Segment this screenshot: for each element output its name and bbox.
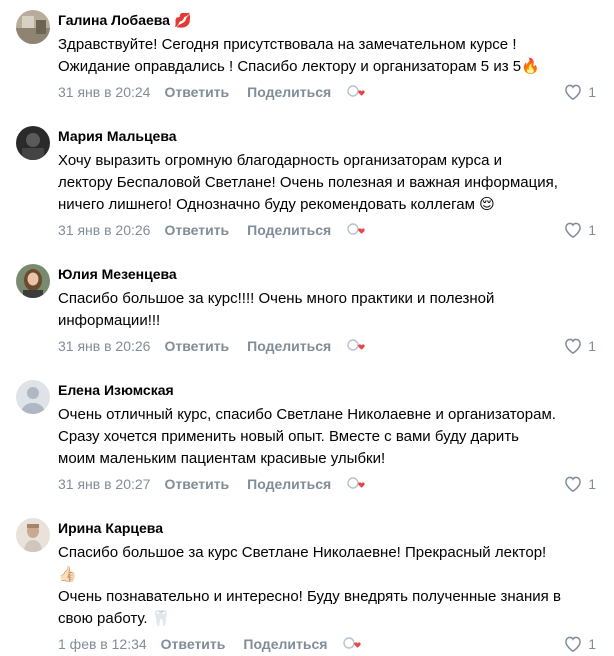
- reply-button[interactable]: Ответить: [164, 334, 229, 358]
- comment-date[interactable]: 31 янв в 20:26: [58, 218, 150, 242]
- like-button[interactable]: 1: [564, 632, 596, 656]
- comment-item: Елена Изюмская Очень отличный курс, спас…: [0, 378, 614, 496]
- author-name[interactable]: Ирина Карцева: [58, 516, 163, 540]
- author-name[interactable]: Мария Мальцева: [58, 124, 177, 148]
- share-button[interactable]: Поделиться: [247, 472, 331, 496]
- author-emoji: 💋: [173, 12, 192, 28]
- share-button[interactable]: Поделиться: [247, 80, 331, 104]
- like-button[interactable]: 1: [564, 80, 596, 104]
- comment-item: Мария Мальцева Хочу выразить огромную бл…: [0, 124, 614, 242]
- like-button[interactable]: 1: [564, 218, 596, 242]
- share-button[interactable]: Поделиться: [247, 218, 331, 242]
- avatar[interactable]: [16, 380, 50, 414]
- like-count: 1: [588, 222, 596, 238]
- comment-line: Очень познавательно и интересно! Буду вн…: [58, 588, 561, 605]
- heart-icon: [565, 222, 582, 238]
- comment-date[interactable]: 31 янв в 20:24: [58, 80, 150, 104]
- like-count: 1: [588, 476, 596, 492]
- author-name[interactable]: Елена Изюмская: [58, 378, 174, 402]
- like-count: 1: [588, 636, 596, 652]
- comments-list: Галина Лобаева 💋 Здравствуйте! Сегодня п…: [0, 0, 614, 656]
- comment-line: информации!!!: [58, 312, 161, 329]
- avatar[interactable]: [16, 518, 50, 552]
- avatar[interactable]: [16, 126, 50, 160]
- add-reaction-icon[interactable]: [347, 339, 365, 353]
- comment-date[interactable]: 31 янв в 20:27: [58, 472, 150, 496]
- heart-icon: [565, 84, 582, 100]
- comment-text: Спасибо большое за курс Светлане Николае…: [58, 542, 596, 630]
- reply-button[interactable]: Ответить: [164, 80, 229, 104]
- comment-line: Очень отличный курс, спасибо Светлане Ни…: [58, 406, 556, 423]
- add-reaction-icon[interactable]: [347, 477, 365, 491]
- heart-icon: [565, 636, 582, 652]
- comment-text: Очень отличный курс, спасибо Светлане Ни…: [58, 404, 596, 470]
- like-button[interactable]: 1: [564, 472, 596, 496]
- reply-button[interactable]: Ответить: [164, 218, 229, 242]
- avatar[interactable]: [16, 10, 50, 44]
- comment-line: Хочу выразить огромную благодарность орг…: [58, 152, 503, 169]
- comment-item: Галина Лобаева 💋 Здравствуйте! Сегодня п…: [0, 8, 614, 104]
- comment-item: Ирина Карцева Спасибо большое за курс Св…: [0, 516, 614, 656]
- like-count: 1: [588, 84, 596, 100]
- comment-item: Юлия Мезенцева Спасибо большое за курс!!…: [0, 262, 614, 358]
- author-name[interactable]: Юлия Мезенцева: [58, 262, 177, 286]
- comment-date[interactable]: 31 янв в 20:26: [58, 334, 150, 358]
- share-button[interactable]: Поделиться: [243, 632, 327, 656]
- heart-icon: [565, 476, 582, 492]
- add-reaction-icon[interactable]: [343, 637, 362, 651]
- comment-line: ничего лишнего! Однозначно буду рекоменд…: [58, 196, 495, 213]
- comment-line: Спасибо большое за курс Светлане Николае…: [58, 544, 547, 561]
- comment-line: Сразу хочется применить новый опыт. Вмес…: [58, 428, 520, 445]
- comment-date[interactable]: 1 фев в 12:34: [58, 632, 147, 656]
- heart-icon: [565, 338, 582, 354]
- comment-text: Хочу выразить огромную благодарность орг…: [58, 150, 596, 216]
- comment-line: Ожидание оправдались ! Спасибо лектору и…: [58, 58, 540, 75]
- comment-line: свою работу. 🦷: [58, 610, 171, 627]
- comment-text: Спасибо большое за курс!!!! Очень много …: [58, 288, 596, 332]
- share-button[interactable]: Поделиться: [247, 334, 331, 358]
- comment-line: лектору Беспаловой Светлане! Очень полез…: [58, 174, 558, 191]
- comment-line: 👍🏻: [58, 566, 77, 583]
- add-reaction-icon[interactable]: [347, 223, 365, 237]
- comment-line: Спасибо большое за курс!!!! Очень много …: [58, 290, 495, 307]
- comment-line: Здравствуйте! Сегодня присутствовала на …: [58, 36, 517, 53]
- reply-button[interactable]: Ответить: [161, 632, 226, 656]
- author-name[interactable]: Галина Лобаева: [58, 8, 170, 32]
- add-reaction-icon[interactable]: [347, 85, 365, 99]
- reply-button[interactable]: Ответить: [164, 472, 229, 496]
- like-count: 1: [588, 338, 596, 354]
- comment-line: моим маленьким пациентам красивые улыбки…: [58, 450, 386, 467]
- comment-text: Здравствуйте! Сегодня присутствовала на …: [58, 34, 596, 78]
- like-button[interactable]: 1: [564, 334, 596, 358]
- avatar[interactable]: [16, 264, 50, 298]
